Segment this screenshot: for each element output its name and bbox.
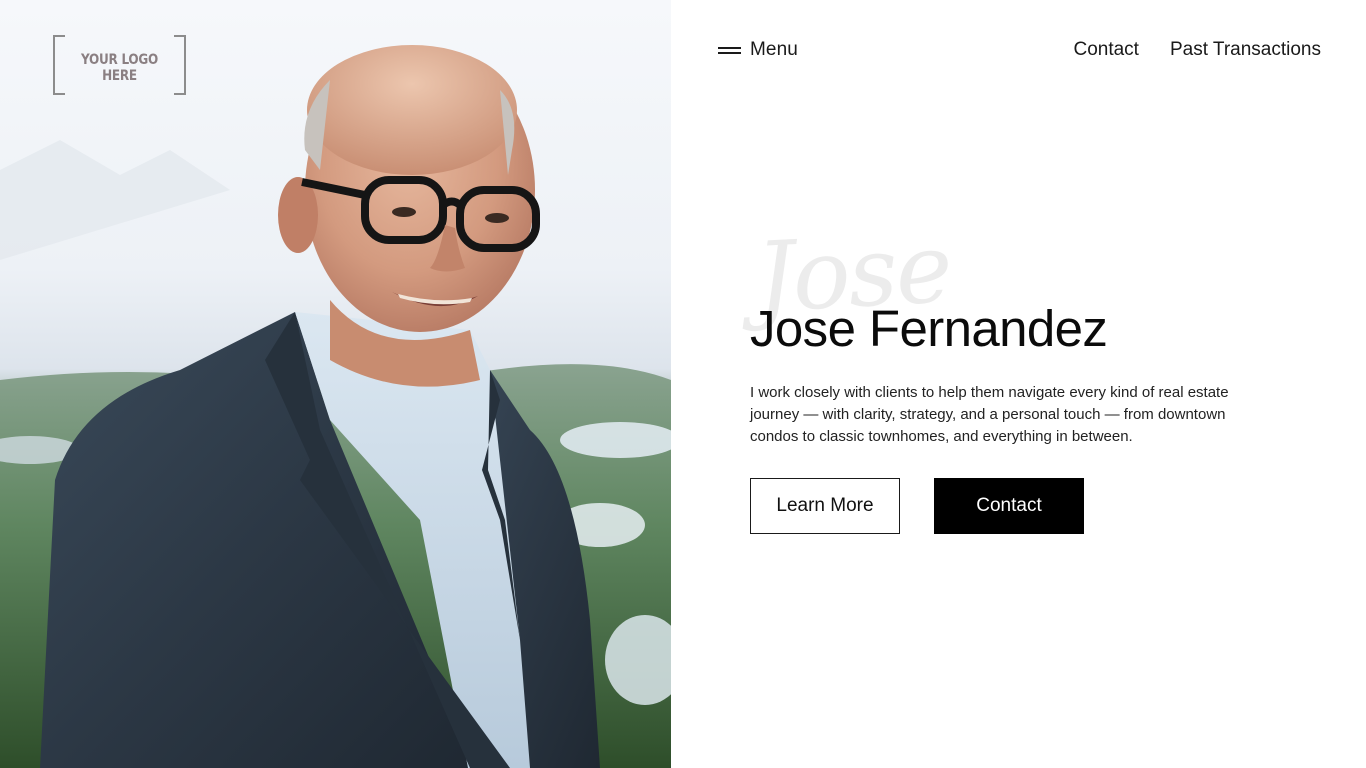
menu-label: Menu bbox=[750, 39, 798, 60]
hamburger-icon bbox=[718, 46, 741, 55]
portrait-image bbox=[0, 0, 671, 768]
hero-description: I work closely with clients to help them… bbox=[750, 384, 1229, 445]
portrait-photo: YOUR LOGO HERE bbox=[0, 0, 671, 768]
contact-button[interactable]: Contact bbox=[934, 478, 1084, 534]
top-navigation: Menu Contact Past Transactions bbox=[718, 36, 1321, 64]
nav-link-contact[interactable]: Contact bbox=[1073, 39, 1138, 61]
nav-link-past-transactions[interactable]: Past Transactions bbox=[1170, 39, 1321, 61]
page-title: Jose Fernandez bbox=[750, 300, 1108, 357]
page: YOUR LOGO HERE Menu Contact Past Transac… bbox=[0, 0, 1366, 768]
site-logo[interactable]: YOUR LOGO HERE bbox=[53, 35, 186, 95]
learn-more-button[interactable]: Learn More bbox=[750, 478, 900, 534]
hero-section: Jose Jose Fernandez I work closely with … bbox=[750, 212, 1270, 534]
nav-links: Contact Past Transactions bbox=[1042, 36, 1321, 64]
logo-bracket-right bbox=[174, 35, 186, 95]
logo-text: YOUR LOGO HERE bbox=[80, 52, 159, 84]
menu-button[interactable]: Menu bbox=[718, 36, 798, 64]
hero-buttons: Learn More Contact bbox=[750, 478, 1270, 534]
